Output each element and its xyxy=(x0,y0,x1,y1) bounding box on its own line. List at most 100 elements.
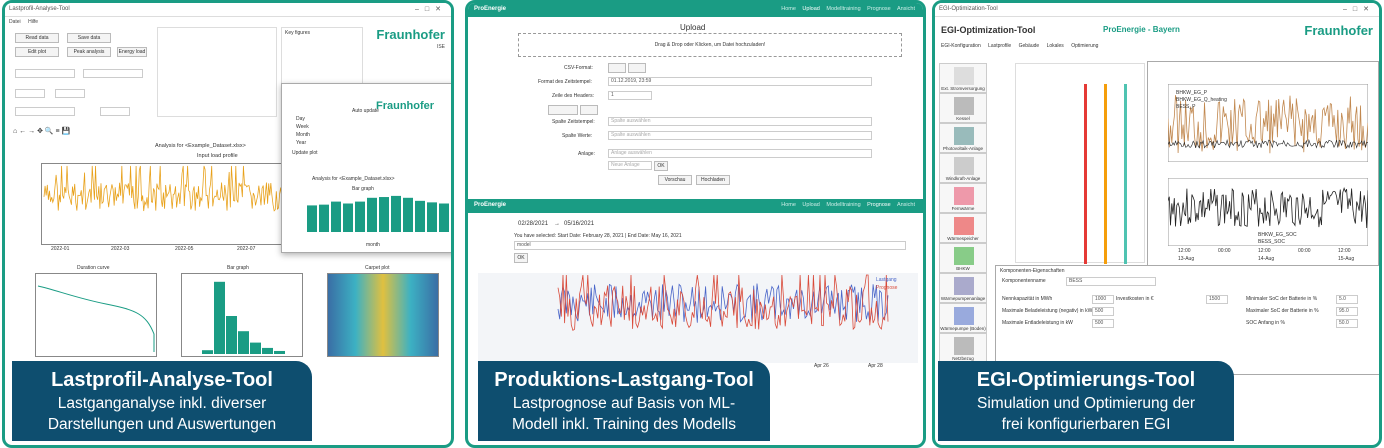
date-from[interactable]: 02/28/2021 xyxy=(518,221,548,227)
auto-update-checkbox[interactable]: Auto update xyxy=(352,108,379,114)
x-tick: 2022-03 xyxy=(111,246,130,252)
bar xyxy=(274,350,285,354)
toolbar-icons[interactable]: ⌂ ← → ✥ 🔍 ≡ 💾 xyxy=(13,127,70,135)
window-controls[interactable]: –□✕ xyxy=(1343,5,1375,13)
ok-button[interactable]: OK xyxy=(654,161,668,171)
brand-logo: ProEnergie xyxy=(474,202,507,208)
interval-input[interactable] xyxy=(15,89,45,98)
sidebar-label: Wärmepumpe (Boden) xyxy=(940,326,986,331)
window-controls[interactable]: –□✕ xyxy=(415,5,447,13)
format-select[interactable]: 01.12.2019, 23:59 xyxy=(608,77,872,86)
bar xyxy=(379,197,389,232)
date-to[interactable]: 05/16/2021 xyxy=(564,221,594,227)
vorschau-button[interactable]: Vorschau xyxy=(658,175,692,185)
nav-menu[interactable]: Home Upload Modelltraining Prognose Ansi… xyxy=(781,6,915,12)
plot-title-input[interactable] xyxy=(15,107,75,116)
csv-format-button[interactable] xyxy=(628,63,646,73)
menu-hilfe[interactable]: Hilfe xyxy=(28,19,38,25)
component-icon xyxy=(954,67,974,85)
nav-home[interactable]: Home xyxy=(781,202,796,208)
property-value-input[interactable]: 5.0 xyxy=(1336,295,1358,304)
sidebar-item[interactable]: BHKW xyxy=(939,243,987,273)
nav-upload[interactable]: Upload xyxy=(802,202,819,208)
tab-lokales[interactable]: Lokales xyxy=(1047,43,1064,49)
new-anlage-input[interactable]: Neue Anlage xyxy=(608,161,652,170)
name-input[interactable]: BESS xyxy=(1066,277,1156,286)
property-value-input[interactable]: 500 xyxy=(1092,307,1114,316)
sidebar-item[interactable]: Wärmespeicher xyxy=(939,213,987,243)
reset-button-small[interactable] xyxy=(580,105,598,115)
input-load-profile-chart xyxy=(41,163,287,245)
energy-load-button[interactable]: Energy load xyxy=(117,47,147,57)
save-data-button[interactable]: Save data xyxy=(67,33,111,43)
tab-lastprofile[interactable]: Lastprofile xyxy=(988,43,1011,49)
tab-optimierung[interactable]: Optimierung xyxy=(1071,43,1098,49)
nav-ansicht[interactable]: Ansicht xyxy=(897,6,915,12)
nav-upload[interactable]: Upload xyxy=(802,6,819,12)
model-select[interactable]: model xyxy=(514,241,906,250)
anlage-select[interactable]: Anlage auswählen xyxy=(608,149,872,158)
property-value-input[interactable]: 50.0 xyxy=(1336,319,1358,328)
popup-title: Analysis for <Example_Dataset.xlsx> xyxy=(312,176,395,182)
header-row-input[interactable]: 1 xyxy=(608,91,652,100)
dropzone[interactable]: Drag & Drop oder Klicken, um Datei hochz… xyxy=(518,33,902,57)
sidebar-item[interactable]: Wärmepumpe (Boden) xyxy=(939,303,987,333)
peak-analysis-button[interactable]: Peak analysis xyxy=(67,47,111,57)
option-month[interactable]: Month xyxy=(296,132,310,138)
caption-egi: EGI-Optimierungs-Tool Simulation und Opt… xyxy=(938,361,1234,441)
option-week[interactable]: Week xyxy=(296,124,309,130)
option-day[interactable]: Day xyxy=(296,116,305,122)
tab-egi-config[interactable]: EGI-Konfiguration xyxy=(941,43,981,49)
timestamp-column-select[interactable]: Spalte auswählen xyxy=(608,117,872,126)
edit-plot-button[interactable]: Edit plot xyxy=(15,47,59,57)
start-date-input[interactable] xyxy=(15,69,75,78)
nav-prognose[interactable]: Prognose xyxy=(867,202,891,208)
update-plot-button[interactable]: Update plot xyxy=(292,150,318,156)
end-date-input[interactable] xyxy=(83,69,143,78)
unit-input[interactable] xyxy=(55,89,85,98)
nav-home[interactable]: Home xyxy=(781,6,796,12)
property-value-input[interactable]: 95.0 xyxy=(1336,307,1358,316)
sidebar-item[interactable]: Windkraft-Anlage xyxy=(939,153,987,183)
csv-format-button[interactable] xyxy=(608,63,626,73)
sidebar-item[interactable]: Ext. Stromversorgung xyxy=(939,63,987,93)
property-value-input[interactable]: 1500 xyxy=(1206,295,1228,304)
sidebar-item[interactable]: Wärmepumpenanlage xyxy=(939,273,987,303)
main-chart-title: Analysis for <Example_Dataset.xlsx> xyxy=(155,143,246,149)
nav-modelltraining[interactable]: Modelltraining xyxy=(826,6,860,12)
tab-gebaeude[interactable]: Gebäude xyxy=(1019,43,1040,49)
sidebar-item[interactable]: Fernwärme xyxy=(939,183,987,213)
preview-button-small[interactable] xyxy=(548,105,578,115)
component-icon xyxy=(954,217,974,235)
sidebar-item[interactable]: Photovoltaik-Anlage xyxy=(939,123,987,153)
sidebar-item[interactable]: Netzbezug xyxy=(939,333,987,363)
bar xyxy=(262,347,273,354)
tab-bar: EGI-Konfiguration Lastprofile Gebäude Lo… xyxy=(941,43,1098,49)
window-title: EGI-Optimization-Tool xyxy=(939,6,998,12)
bar xyxy=(331,201,341,232)
property-value-input[interactable]: 1000 xyxy=(1092,295,1114,304)
legend-lastgang: Lastgang xyxy=(876,277,897,283)
window-titlebar: Lastprofil-Analyse-Tool –□✕ xyxy=(5,3,451,17)
read-data-button[interactable]: Read data xyxy=(15,33,59,43)
nav-prognose[interactable]: Prognose xyxy=(867,6,891,12)
sidebar-item[interactable]: Kessel xyxy=(939,93,987,123)
x-tick: 12:00 xyxy=(1178,248,1191,254)
x-tick: 2022-05 xyxy=(175,246,194,252)
property-value-input[interactable]: 500 xyxy=(1092,319,1114,328)
x-tick: 2022-07 xyxy=(237,246,256,252)
font-size-input[interactable] xyxy=(100,107,130,116)
nav-ansicht[interactable]: Ansicht xyxy=(897,202,915,208)
bar xyxy=(439,203,449,232)
ok-button[interactable]: OK xyxy=(514,253,528,263)
bar-graph-title: Bar graph xyxy=(227,265,249,271)
carpet-plot-title: Carpet plot xyxy=(365,265,390,271)
hochladen-button[interactable]: Hochladen xyxy=(696,175,730,185)
nav-modelltraining[interactable]: Modelltraining xyxy=(826,202,860,208)
window-title: Lastprofil-Analyse-Tool xyxy=(9,6,70,12)
menu-datei[interactable]: Datei xyxy=(9,19,21,25)
option-year[interactable]: Year xyxy=(296,140,306,146)
nav-menu[interactable]: Home Upload Modelltraining Prognose Ansi… xyxy=(781,202,915,208)
sidebar-label: Ext. Stromversorgung xyxy=(941,86,985,91)
value-column-select[interactable]: Spalte auswählen xyxy=(608,131,872,140)
